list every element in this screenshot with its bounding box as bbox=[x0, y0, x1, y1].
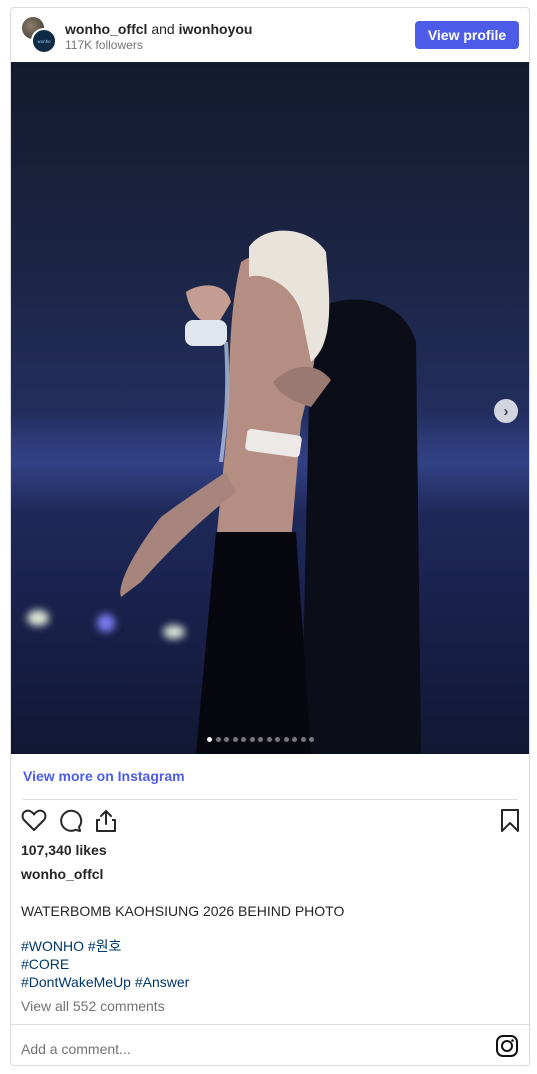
carousel-dot bbox=[283, 737, 289, 742]
chevron-right-icon: › bbox=[503, 402, 509, 420]
view-profile-button[interactable]: View profile bbox=[415, 21, 519, 49]
carousel-dot bbox=[258, 737, 263, 742]
add-comment-field[interactable]: Add a comment... bbox=[21, 1041, 131, 1057]
caption-text: WATERBOMB KAOHSIUNG 2026 BEHIND PHOTO bbox=[21, 903, 345, 919]
comment-icon[interactable] bbox=[57, 808, 83, 839]
hashtag-line[interactable]: #CORE bbox=[21, 955, 189, 973]
carousel-dot bbox=[224, 737, 229, 742]
collab-names: wonho_offcl and iwonhoyou bbox=[65, 21, 252, 38]
avatar-stack[interactable]: wonho bbox=[21, 16, 57, 54]
next-slide-button[interactable]: › bbox=[494, 399, 518, 423]
hashtag-line[interactable]: #DontWakeMeUp #Answer bbox=[21, 973, 189, 991]
follower-count: 117K followers bbox=[65, 38, 143, 52]
carousel-dot bbox=[232, 737, 238, 742]
carousel-dot bbox=[275, 737, 280, 742]
share-icon[interactable] bbox=[93, 808, 119, 839]
carousel-dot bbox=[292, 737, 297, 742]
view-all-comments-link[interactable]: View all 552 comments bbox=[21, 998, 165, 1014]
carousel-dot bbox=[215, 737, 221, 742]
post-header: wonho wonho_offcl and iwonhoyou 117K fol… bbox=[11, 8, 529, 62]
bookmark-icon[interactable] bbox=[499, 808, 521, 839]
avatar-iwonhoyou[interactable]: wonho bbox=[31, 28, 57, 54]
post-photo[interactable]: › bbox=[11, 62, 529, 754]
divider bbox=[11, 1024, 529, 1025]
carousel-dot bbox=[249, 737, 255, 742]
hashtag-block: #WONHO #원호 #CORE #DontWakeMeUp #Answer bbox=[21, 937, 189, 991]
performer-figure bbox=[120, 230, 421, 754]
username-iwonhoyou[interactable]: iwonhoyou bbox=[179, 21, 253, 37]
instagram-embed-card: wonho wonho_offcl and iwonhoyou 117K fol… bbox=[10, 7, 530, 1066]
action-bar bbox=[21, 808, 521, 834]
carousel-dot-active bbox=[207, 737, 212, 742]
instagram-icon[interactable] bbox=[495, 1034, 519, 1063]
carousel-dot bbox=[266, 737, 272, 742]
heart-icon[interactable] bbox=[21, 808, 47, 837]
hashtag-line[interactable]: #WONHO #원호 bbox=[21, 937, 189, 955]
carousel-dot bbox=[300, 737, 306, 742]
carousel-dot bbox=[241, 737, 246, 742]
view-more-link[interactable]: View more on Instagram bbox=[23, 768, 185, 784]
like-count[interactable]: 107,340 likes bbox=[21, 842, 107, 858]
divider bbox=[23, 799, 517, 800]
names-joiner: and bbox=[151, 21, 175, 37]
carousel-dot bbox=[309, 737, 314, 742]
carousel-dots bbox=[207, 737, 314, 742]
caption-author[interactable]: wonho_offcl bbox=[21, 866, 103, 882]
username-wonho[interactable]: wonho_offcl bbox=[65, 21, 147, 37]
